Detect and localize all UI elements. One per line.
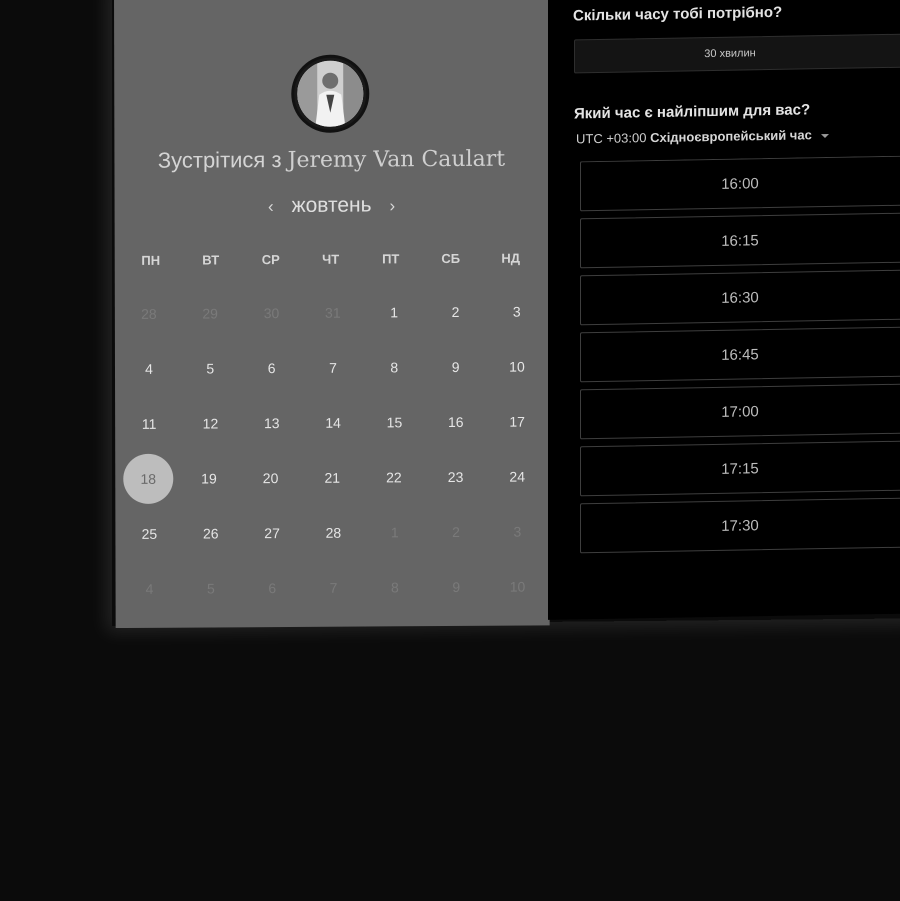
time-slot[interactable]: 17:00: [580, 383, 900, 440]
calendar-week-row: 4 5 6 7 8 9 10: [123, 338, 543, 396]
calendar-day[interactable]: 23: [429, 452, 481, 500]
calendar-day[interactable]: 24: [491, 452, 543, 500]
calendar-week-row: 25 26 27 28 1 2 3: [123, 503, 543, 561]
avatar-photo: [297, 60, 364, 127]
host-photo-icon: [297, 60, 364, 127]
calendar-day[interactable]: 6: [246, 343, 298, 391]
calendar-day: 30: [263, 304, 280, 321]
calendar-day[interactable]: 17: [491, 397, 543, 445]
calendar-day: 31: [325, 304, 341, 321]
calendar-day: 5: [206, 579, 215, 596]
calendar-day[interactable]: 8: [368, 343, 420, 391]
duration-select[interactable]: 30 хвилин: [574, 33, 900, 74]
calendar-day: 29: [202, 304, 218, 322]
calendar-day[interactable]: 16: [430, 397, 482, 445]
time-slot[interactable]: 17:15: [580, 440, 900, 497]
calendar-day: 1: [390, 523, 399, 540]
weekday-label: ВТ: [202, 252, 220, 268]
calendar-day: 4: [145, 580, 154, 597]
timezone-offset: UTC +03:00: [576, 130, 647, 147]
calendar-day[interactable]: 28: [307, 508, 359, 556]
calendar-day[interactable]: 13: [246, 398, 298, 446]
calendar-day[interactable]: 7: [307, 343, 359, 391]
prev-month-icon[interactable]: ‹: [256, 197, 286, 216]
time-question: Який час є найліпшим для вас?: [574, 101, 811, 123]
calendar-day: 6: [268, 579, 277, 596]
duration-question: Скільки часу тобі потрібно?: [573, 3, 783, 25]
calendar-day[interactable]: 25: [123, 509, 175, 557]
calendar-day-selected[interactable]: 18: [123, 453, 174, 504]
calendar-day[interactable]: 3: [491, 287, 543, 335]
calendar-day[interactable]: 12: [184, 399, 236, 447]
calendar-week-row: 4 5 6 7 8 9 10: [123, 558, 543, 616]
calendar-week-row: 11 12 13 14 15 16 17: [123, 393, 543, 451]
weekday-label: СБ: [441, 250, 461, 267]
time-slot-list: 16:00 16:15 16:30 16:45 17:00 17:15 17:30: [580, 155, 900, 558]
calendar-day[interactable]: 14: [307, 398, 359, 446]
calendar-day[interactable]: 9: [430, 342, 482, 390]
time-slot[interactable]: 16:30: [580, 269, 900, 326]
time-slot[interactable]: 17:30: [580, 497, 900, 554]
month-navigator: ‹ жовтень ›: [115, 192, 549, 219]
weekday-label: ПН: [141, 252, 161, 268]
weekday-label: ПТ: [382, 251, 400, 267]
time-slot[interactable]: 16:00: [580, 155, 900, 212]
weekday-header: ПН ВТ СР ЧТ ПТ СБ НД: [121, 250, 541, 268]
host-avatar: [291, 54, 370, 133]
timezone-name: Східноєвропейський час: [650, 127, 812, 146]
calendar-day: 10: [509, 578, 526, 595]
calendar-day: 2: [452, 523, 460, 540]
time-slot[interactable]: [580, 554, 900, 558]
calendar-day[interactable]: 4: [123, 344, 175, 392]
calendar-day[interactable]: 5: [184, 344, 236, 392]
calendar-day: 7: [329, 579, 338, 596]
weekday-label: ЧТ: [322, 251, 340, 267]
next-month-icon[interactable]: ›: [377, 196, 407, 215]
headline-prefix: Зустрітися з: [157, 147, 282, 173]
calendar-day[interactable]: 10: [491, 342, 543, 390]
calendar-day: 3: [513, 523, 522, 540]
month-label: жовтень: [291, 193, 372, 217]
calendar-day[interactable]: 26: [185, 509, 237, 557]
calendar-week-row: 18 19 20 21 22 23 24: [123, 448, 543, 506]
calendar-day: 8: [390, 578, 399, 595]
time-slot[interactable]: 16:15: [580, 212, 900, 269]
calendar-day: 9: [452, 578, 461, 595]
calendar-panel: Зустрітися з Jeremy Van Caulart ‹ жовтен…: [114, 0, 550, 629]
calendar-day[interactable]: 1: [368, 288, 420, 336]
calendar-grid: 28 29 30 31 1 2 3 4 5 6 7 8 9 10 11 12 13 14 15 16 17 18 19 20 2…: [123, 283, 544, 616]
calendar-day[interactable]: 27: [246, 508, 298, 556]
calendar-day[interactable]: 2: [429, 287, 481, 335]
calendar-day: 28: [141, 305, 157, 322]
calendar-day[interactable]: 22: [368, 453, 420, 501]
weekday-label: НД: [501, 250, 521, 266]
meeting-headline: Зустрітися з Jeremy Van Caulart: [114, 145, 548, 174]
caret-down-icon: [821, 133, 830, 138]
timezone-select[interactable]: UTC +03:00 Східноєвропейський час: [576, 127, 830, 147]
calendar-day[interactable]: 11: [123, 399, 175, 447]
calendar-day[interactable]: 19: [183, 454, 235, 502]
calendar-day[interactable]: 21: [306, 453, 358, 501]
booking-widget: Зустрітися з Jeremy Van Caulart ‹ жовтен…: [0, 0, 900, 901]
calendar-week-row: 28 29 30 31 1 2 3: [123, 283, 543, 341]
calendar-day[interactable]: 20: [245, 453, 297, 501]
host-name: Jeremy Van Caulart: [287, 146, 506, 173]
time-panel: Скільки часу тобі потрібно? 30 хвилин Як…: [548, 0, 900, 620]
weekday-label: СР: [261, 252, 280, 268]
time-slot[interactable]: 16:45: [580, 326, 900, 383]
calendar-day[interactable]: 15: [368, 398, 420, 446]
